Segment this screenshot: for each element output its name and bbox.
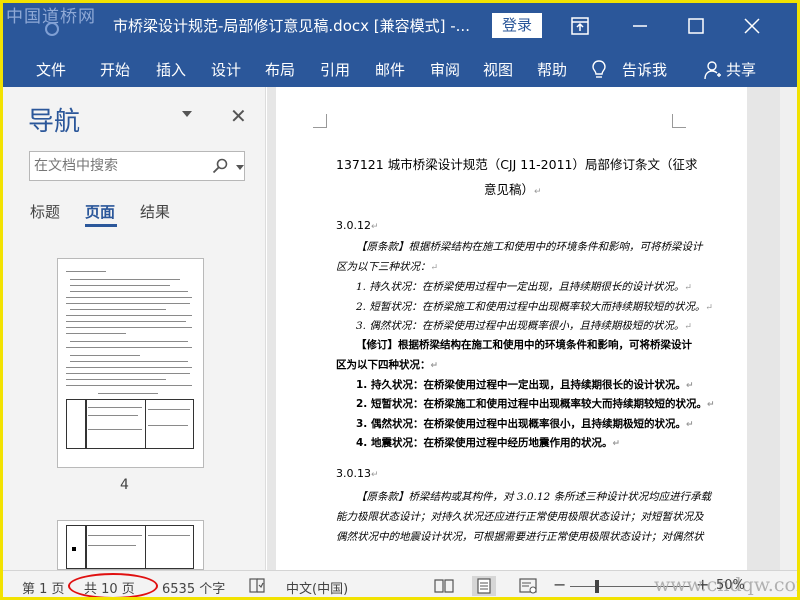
tab-design[interactable]: 设计	[211, 59, 241, 80]
paragraph-original: 【原条款】桥梁结构或其构件，对 3.0.12 条所述三种设计状况均应进行承载	[356, 491, 712, 503]
nav-search-box[interactable]	[29, 151, 245, 181]
zoom-out-icon[interactable]: −	[553, 575, 566, 594]
zoom-level[interactable]: 50%	[716, 578, 745, 593]
section-number: 3.0.12↵	[336, 219, 379, 232]
share-person-icon[interactable]	[704, 60, 722, 80]
tab-review[interactable]: 审阅	[430, 59, 460, 80]
nav-tab-pages[interactable]: 页面	[85, 201, 115, 222]
list-item: 4. 地震状况：在桥梁使用过程中经历地震作用的状况。↵	[356, 437, 620, 449]
page-indicator[interactable]: 第 1 页	[22, 578, 65, 597]
close-window-icon[interactable]	[740, 14, 764, 38]
nav-search-input[interactable]	[34, 156, 204, 176]
document-title: 市桥梁设计规范-局部修订意见稿.docx [兼容模式] -...	[113, 17, 470, 35]
print-layout-icon	[477, 578, 491, 594]
nav-close-icon[interactable]: ✕	[230, 104, 247, 128]
margin-corner-mark	[313, 114, 327, 128]
margin-corner-mark	[672, 114, 686, 128]
active-tab-indicator	[85, 224, 117, 227]
list-item: 2. 短暂状况：在桥梁施工和使用过程中出现概率较大而持续期较短的状况。↵	[356, 398, 715, 410]
paragraph-original: 偶然状况中的地震设计状况，可根据需要进行正常使用极限状态设计；对偶然状	[336, 531, 704, 543]
search-icon[interactable]	[212, 158, 228, 174]
page-thumbnail[interactable]	[57, 520, 204, 570]
paragraph-revised: 区为以下四种状况：↵	[336, 359, 439, 371]
navigation-pane: 导航 ✕ 标题 页面 结果	[0, 87, 266, 570]
tab-help[interactable]: 帮助	[537, 59, 567, 80]
vertical-scrollbar[interactable]	[780, 87, 800, 570]
word-count[interactable]: 6535 个字	[162, 578, 225, 597]
list-item: 1. 持久状况：在桥梁使用过程中一定出现，且持续期很长的设计状况。↵	[356, 379, 694, 391]
list-item: 2. 短暂状况：在桥梁施工和使用过程中出现概率较大而持续期较短的状况。↵	[356, 301, 713, 313]
print-layout-button[interactable]	[472, 576, 496, 596]
list-item: 1. 持久状况：在桥梁使用过程中一定出现，且持续期很长的设计状况。↵	[356, 281, 692, 293]
language-indicator[interactable]: 中文(中国)	[286, 578, 348, 597]
autosave-icon[interactable]	[45, 22, 59, 36]
lightbulb-icon[interactable]	[591, 60, 607, 80]
search-options-chevron-icon[interactable]	[236, 165, 244, 170]
page-thumbnail[interactable]	[57, 258, 204, 468]
tab-insert[interactable]: 插入	[156, 59, 186, 80]
zoom-slider-thumb[interactable]	[595, 580, 599, 593]
share-button[interactable]: 共享	[726, 59, 756, 80]
login-button[interactable]: 登录	[492, 13, 542, 38]
list-item: 3. 偶然状况：在桥梁使用过程中出现概率很小，且持续期极短的状况。↵	[356, 418, 694, 430]
section-number: 3.0.13↵	[336, 467, 379, 480]
tab-references[interactable]: 引用	[320, 59, 350, 80]
tab-view[interactable]: 视图	[483, 59, 513, 80]
paragraph-revised: 【修订】根据桥梁结构在施工和使用中的环境条件和影响，可将桥梁设计	[356, 339, 692, 351]
title-bar: 中国道桥网 市桥梁设计规范-局部修订意见稿.docx [兼容模式] -... 登…	[0, 0, 800, 52]
nav-tab-results[interactable]: 结果	[140, 201, 170, 222]
document-title-line: 意见稿）↵	[484, 182, 542, 197]
paragraph-original: 能力极限状态设计；对持久状况还应进行正常使用极限状态设计；对短暂状况及	[336, 511, 704, 523]
list-item: 3. 偶然状况：在桥梁使用过程中出现概率很小，且持续期极短的状况。↵	[356, 320, 692, 332]
ribbon-tabs: 文件 开始 插入 设计 布局 引用 邮件 审阅 视图 帮助 告诉我 共享	[0, 52, 800, 87]
ribbon-display-options-icon[interactable]	[568, 14, 592, 38]
proofing-book-icon[interactable]	[248, 577, 266, 595]
nav-tab-headings[interactable]: 标题	[30, 201, 60, 222]
read-mode-icon[interactable]	[432, 576, 456, 596]
highlight-annotation	[68, 573, 158, 599]
document-page[interactable]: 137121 城市桥梁设计规范（CJJ 11-2011）局部修订条文（征求 意见…	[276, 87, 747, 570]
tab-home[interactable]: 开始	[100, 59, 130, 80]
nav-pane-title: 导航	[28, 107, 81, 137]
tab-layout[interactable]: 布局	[265, 59, 295, 80]
maximize-icon[interactable]	[684, 14, 708, 38]
tell-me-search[interactable]: 告诉我	[622, 59, 667, 80]
paragraph-original: 【原条款】根据桥梁结构在施工和使用中的环境条件和影响，可将桥梁设计	[356, 241, 703, 253]
page-thumbnail-number: 4	[120, 477, 129, 493]
web-layout-icon[interactable]	[516, 576, 540, 596]
document-title-line: 137121 城市桥梁设计规范（CJJ 11-2011）局部修订条文（征求	[336, 157, 698, 172]
tab-file[interactable]: 文件	[36, 59, 66, 80]
nav-options-chevron-icon[interactable]	[182, 111, 192, 117]
tab-mailings[interactable]: 邮件	[375, 59, 405, 80]
paragraph-original: 区为以下三种状况：↵	[336, 261, 439, 273]
status-bar: 第 1 页 共 10 页 6535 个字 中文(中国) − + www.cndq…	[0, 570, 800, 600]
document-area: 137121 城市桥梁设计规范（CJJ 11-2011）局部修订条文（征求 意见…	[267, 87, 800, 570]
minimize-icon[interactable]	[628, 14, 652, 38]
